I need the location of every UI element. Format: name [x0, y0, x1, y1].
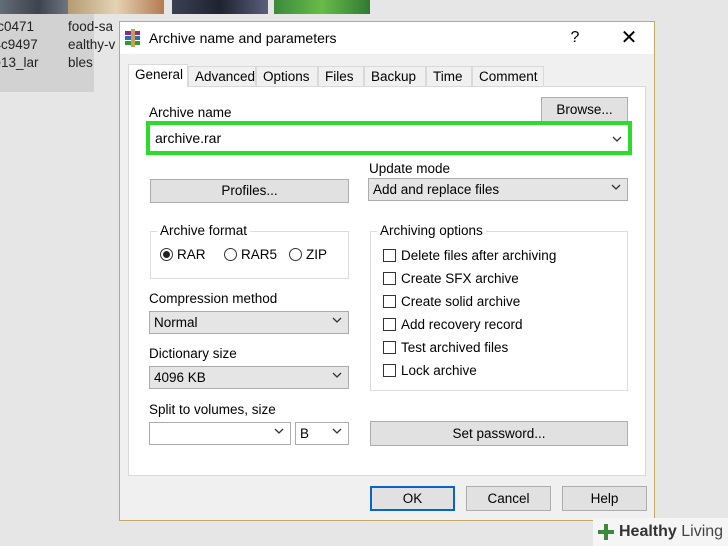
watermark-bold: Healthy	[619, 523, 677, 540]
file-label: food-sa ealthy-v bles	[68, 19, 116, 70]
chevron-down-icon	[332, 317, 342, 323]
dictionary-size-label: Dictionary size	[149, 346, 237, 361]
watermark: Healthy Living	[593, 518, 728, 546]
checkbox-label: Create solid archive	[401, 294, 521, 309]
winrar-app-icon	[125, 29, 140, 47]
archive-name-input[interactable]: archive.rar	[146, 121, 632, 155]
radio-icon	[224, 248, 237, 261]
compression-method-label: Compression method	[149, 291, 278, 306]
chevron-down-icon	[274, 428, 284, 434]
tab-options[interactable]: Options	[256, 66, 318, 86]
archiving-options-title: Archiving options	[377, 223, 486, 238]
split-volumes-label: Split to volumes, size	[149, 402, 276, 417]
radio-label: RAR	[177, 247, 206, 262]
dialog-title: Archive name and parameters	[149, 30, 337, 46]
compression-method-value: Normal	[154, 315, 198, 330]
close-icon[interactable]: ✕	[614, 26, 644, 50]
radio-label: RAR5	[241, 247, 278, 262]
file-thumbnail	[274, 0, 370, 14]
dictionary-size-value: 4096 KB	[154, 370, 206, 385]
compression-method-select[interactable]: Normal	[149, 311, 349, 334]
chevron-down-icon	[332, 372, 342, 378]
split-unit-select[interactable]: B	[295, 422, 349, 445]
chevron-down-icon	[611, 184, 621, 190]
radio-label: ZIP	[306, 247, 328, 262]
checkbox-icon	[383, 318, 396, 331]
archive-name-label: Archive name	[149, 105, 232, 120]
watermark-light: Living	[681, 523, 724, 540]
checkbox-label: Test archived files	[401, 340, 509, 355]
checkbox-label: Lock archive	[401, 363, 477, 378]
ok-button[interactable]: OK	[370, 486, 455, 511]
split-unit-value: B	[300, 426, 310, 441]
tab-files[interactable]: Files	[318, 66, 364, 86]
checkbox-label: Create SFX archive	[401, 271, 519, 286]
checkbox-label: Delete files after archiving	[401, 248, 557, 263]
plus-icon	[598, 524, 614, 540]
help-button[interactable]: Help	[562, 486, 647, 511]
archiving-options-group: Archiving options Delete files after arc…	[370, 223, 628, 391]
archive-name-value: archive.rar	[155, 130, 222, 146]
radio-selected-icon	[160, 248, 173, 261]
set-password-button[interactable]: Set password...	[370, 421, 628, 446]
file-thumbnail	[68, 0, 164, 14]
profiles-button[interactable]: Profiles...	[150, 179, 349, 203]
radio-icon	[289, 248, 302, 261]
chevron-down-icon[interactable]	[612, 134, 622, 144]
cancel-button[interactable]: Cancel	[466, 486, 551, 511]
update-mode-value: Add and replace files	[373, 182, 500, 197]
checkbox-icon	[383, 364, 396, 377]
checkbox-icon	[383, 295, 396, 308]
tab-backup[interactable]: Backup	[364, 66, 426, 86]
file-label: f7c0471 44c9497 2e13_lar	[0, 19, 39, 70]
archive-format-group: Archive format RAR RAR5 ZIP	[150, 223, 349, 279]
browse-button[interactable]: Browse...	[541, 97, 628, 122]
chevron-down-icon	[332, 428, 342, 434]
checkbox-icon	[383, 272, 396, 285]
file-thumbnail	[172, 0, 268, 14]
split-volumes-input[interactable]	[149, 422, 291, 445]
checkbox-label: Add recovery record	[401, 317, 523, 332]
title-bar[interactable]: Archive name and parameters ? ✕	[120, 22, 654, 54]
checkbox-icon	[383, 249, 396, 262]
update-mode-label: Update mode	[369, 161, 451, 176]
tab-time[interactable]: Time	[426, 66, 472, 86]
tab-general[interactable]: General	[128, 64, 188, 87]
archive-format-title: Archive format	[157, 223, 251, 238]
watermark-text: Healthy Living	[619, 523, 723, 541]
update-mode-select[interactable]: Add and replace files	[368, 178, 628, 201]
help-icon[interactable]: ?	[560, 26, 590, 50]
dictionary-size-select[interactable]: 4096 KB	[149, 366, 349, 389]
checkbox-icon	[383, 341, 396, 354]
tab-advanced[interactable]: Advanced	[188, 66, 256, 86]
tab-comment[interactable]: Comment	[472, 66, 544, 86]
